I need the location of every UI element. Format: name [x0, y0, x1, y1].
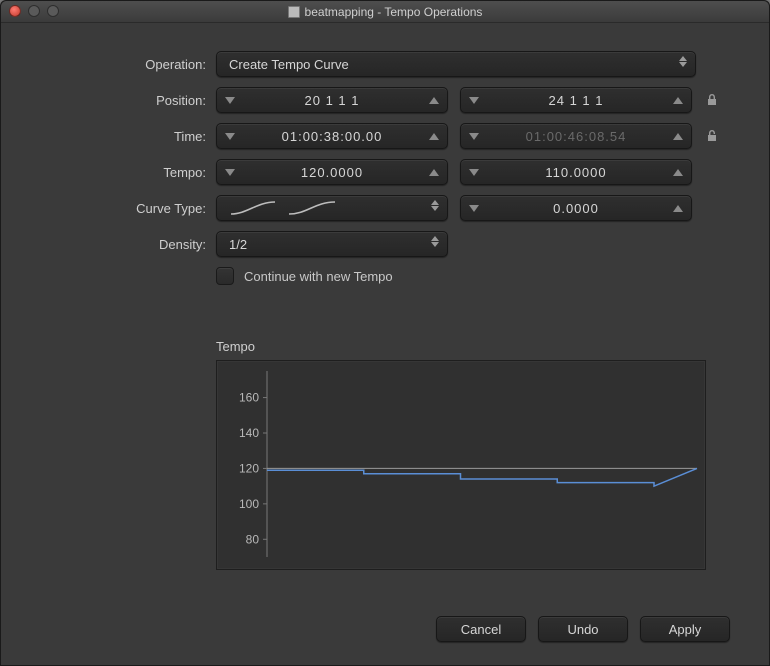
curve-type-label: Curve Type:: [41, 201, 216, 216]
zoom-window-button[interactable]: [47, 5, 59, 17]
position-left-value: 20 1 1 1: [235, 93, 429, 108]
time-lock-icon[interactable]: [704, 128, 720, 144]
curve-amount-field[interactable]: 0.0000: [460, 195, 692, 221]
undo-button[interactable]: Undo: [538, 616, 628, 642]
chart-plot-area: 80 100 120 140 160: [216, 360, 706, 570]
position-left-field[interactable]: 20 1 1 1: [216, 87, 448, 113]
time-right-field[interactable]: 01:00:46:08.54: [460, 123, 692, 149]
stepper-down-icon[interactable]: [225, 133, 235, 140]
time-right-value: 01:00:46:08.54: [479, 129, 673, 144]
stepper-up-icon[interactable]: [429, 133, 439, 140]
window: beatmapping - Tempo Operations Operation…: [0, 0, 770, 666]
stepper-up-icon[interactable]: [673, 169, 683, 176]
operation-select[interactable]: Create Tempo Curve: [216, 51, 696, 77]
dropdown-arrows-icon: [677, 56, 689, 67]
close-window-button[interactable]: [9, 5, 21, 17]
position-lock-icon[interactable]: [704, 92, 720, 108]
window-title-text: beatmapping - Tempo Operations: [305, 5, 483, 19]
tempo-left-field[interactable]: 120.0000: [216, 159, 448, 185]
stepper-up-icon[interactable]: [673, 97, 683, 104]
position-right-value: 24 1 1 1: [479, 93, 673, 108]
stepper-down-icon[interactable]: [225, 97, 235, 104]
tempo-left-value: 120.0000: [235, 165, 429, 180]
operation-label: Operation:: [41, 57, 216, 72]
position-right-field[interactable]: 24 1 1 1: [460, 87, 692, 113]
svg-text:80: 80: [246, 532, 260, 546]
stepper-up-icon[interactable]: [429, 169, 439, 176]
density-label: Density:: [41, 237, 216, 252]
density-select-value: 1/2: [229, 237, 247, 252]
svg-text:160: 160: [239, 391, 259, 405]
svg-text:140: 140: [239, 426, 259, 440]
density-select[interactable]: 1/2: [216, 231, 448, 257]
minimize-window-button[interactable]: [28, 5, 40, 17]
operation-select-value: Create Tempo Curve: [229, 57, 349, 72]
stepper-up-icon[interactable]: [429, 97, 439, 104]
apply-button[interactable]: Apply: [640, 616, 730, 642]
stepper-down-icon[interactable]: [469, 205, 479, 212]
tempo-chart: Tempo 80 100 120 140 160: [216, 339, 706, 570]
chart-title: Tempo: [216, 339, 706, 354]
stepper-down-icon[interactable]: [225, 169, 235, 176]
titlebar[interactable]: beatmapping - Tempo Operations: [1, 1, 769, 23]
stepper-down-icon[interactable]: [469, 97, 479, 104]
content-area: Operation: Create Tempo Curve Position: …: [1, 23, 769, 590]
position-label: Position:: [41, 93, 216, 108]
stepper-down-icon[interactable]: [469, 169, 479, 176]
dropdown-arrows-icon: [429, 236, 441, 247]
window-title: beatmapping - Tempo Operations: [1, 5, 769, 19]
time-left-value: 01:00:38:00.00: [235, 129, 429, 144]
time-left-field[interactable]: 01:00:38:00.00: [216, 123, 448, 149]
dialog-buttons: Cancel Undo Apply: [436, 616, 730, 642]
curve-type-select[interactable]: [216, 195, 448, 221]
time-label: Time:: [41, 129, 216, 144]
stepper-up-icon[interactable]: [673, 133, 683, 140]
continue-tempo-checkbox[interactable]: [216, 267, 234, 285]
tempo-right-value: 110.0000: [479, 165, 673, 180]
svg-text:120: 120: [239, 461, 259, 475]
document-icon: [288, 6, 300, 18]
stepper-down-icon[interactable]: [469, 133, 479, 140]
continue-tempo-label: Continue with new Tempo: [244, 269, 393, 284]
svg-text:100: 100: [239, 497, 259, 511]
traffic-lights: [9, 5, 59, 17]
tempo-label: Tempo:: [41, 165, 216, 180]
stepper-up-icon[interactable]: [673, 205, 683, 212]
curve-amount-value: 0.0000: [479, 201, 673, 216]
cancel-button[interactable]: Cancel: [436, 616, 526, 642]
dropdown-arrows-icon: [429, 200, 441, 211]
tempo-right-field[interactable]: 110.0000: [460, 159, 692, 185]
